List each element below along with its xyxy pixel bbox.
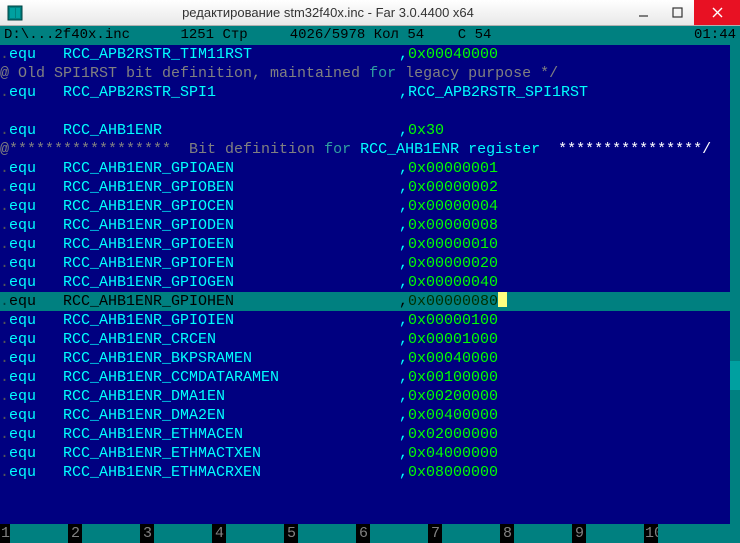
fkey-4[interactable]: 4	[212, 524, 284, 543]
status-codepage: 1251	[180, 26, 214, 45]
code-line[interactable]: .equRCC_AHB1ENR_BKPSRAMEN,0x00040000	[0, 349, 740, 368]
code-line[interactable]: .equRCC_AHB1ENR_GPIOCEN,0x00000004	[0, 197, 740, 216]
window-titlebar: редактирование stm32f40x.inc - Far 3.0.4…	[0, 0, 740, 26]
code-line[interactable]: .equRCC_AHB1ENR_GPIOEEN,0x00000010	[0, 235, 740, 254]
far-app-icon	[6, 4, 24, 22]
editor-status-bar: D:\...2f40x.inc 1251 Стр 4026/5978 Кол 5…	[0, 26, 740, 45]
window-controls	[626, 0, 740, 25]
status-col-label: Кол	[374, 26, 399, 45]
status-mode: Стр	[222, 26, 247, 45]
status-col: 54	[407, 26, 424, 45]
fkey-8[interactable]: 8	[500, 524, 572, 543]
text-cursor	[498, 292, 507, 307]
code-line[interactable]: .equRCC_AHB1ENR_GPIOFEN,0x00000020	[0, 254, 740, 273]
code-line[interactable]: .equRCC_AHB1ENR_ETHMACEN,0x02000000	[0, 425, 740, 444]
editor-viewport[interactable]: .equRCC_APB2RSTR_TIM11RST,0x00040000@ Ol…	[0, 45, 740, 524]
window-title: редактирование stm32f40x.inc - Far 3.0.4…	[30, 5, 626, 20]
minimize-button[interactable]	[626, 0, 660, 25]
code-line[interactable]: .equRCC_AHB1ENR_DMA1EN,0x00200000	[0, 387, 740, 406]
status-char-label: С	[458, 26, 466, 45]
code-line[interactable]: .equRCC_AHB1ENR_CRCEN,0x00001000	[0, 330, 740, 349]
fkey-2[interactable]: 2	[68, 524, 140, 543]
code-line[interactable]: .equRCC_AHB1ENR_GPIOAEN,0x00000001	[0, 159, 740, 178]
code-line[interactable]: .equRCC_AHB1ENR_CCMDATARAMEN,0x00100000	[0, 368, 740, 387]
code-line[interactable]: .equRCC_APB2RSTR_TIM11RST,0x00040000	[0, 45, 740, 64]
code-line[interactable]: .equRCC_AHB1ENR_GPIOBEN,0x00000002	[0, 178, 740, 197]
fkey-1[interactable]: 1	[0, 524, 68, 543]
maximize-button[interactable]	[660, 0, 694, 25]
fkey-9[interactable]: 9	[572, 524, 644, 543]
fkey-7[interactable]: 7	[428, 524, 500, 543]
code-line[interactable]: .equRCC_AHB1ENR_GPIOIEN,0x00000100	[0, 311, 740, 330]
code-line[interactable]: .equRCC_AHB1ENR_DMA2EN,0x00400000	[0, 406, 740, 425]
status-path: D:\...2f40x.inc	[4, 26, 130, 45]
status-char: 54	[475, 26, 492, 45]
code-line[interactable]: @****************** Bit definition for R…	[0, 140, 740, 159]
code-line[interactable]: .equRCC_APB2RSTR_SPI1,RCC_APB2RSTR_SPI1R…	[0, 83, 740, 102]
code-line[interactable]: .equRCC_AHB1ENR_ETHMACTXEN,0x04000000	[0, 444, 740, 463]
vertical-scrollbar[interactable]	[730, 45, 740, 524]
fkey-6[interactable]: 6	[356, 524, 428, 543]
code-line[interactable]: .equRCC_AHB1ENR_GPIOHEN,0x00000080	[0, 292, 740, 311]
status-line: 4026/5978	[290, 26, 366, 45]
code-line[interactable]: .equRCC_AHB1ENR_ETHMACRXEN,0x08000000	[0, 463, 740, 482]
status-time: 01:44	[694, 26, 736, 45]
fkey-10[interactable]: 10	[644, 524, 698, 543]
fkey-5[interactable]: 5	[284, 524, 356, 543]
code-line[interactable]	[0, 102, 740, 121]
fkey-3[interactable]: 3	[140, 524, 212, 543]
code-line[interactable]: @ Old SPI1RST bit definition, maintained…	[0, 64, 740, 83]
close-button[interactable]	[694, 0, 740, 25]
code-line[interactable]: .equRCC_AHB1ENR_GPIOGEN,0x00000040	[0, 273, 740, 292]
code-line[interactable]: .equRCC_AHB1ENR,0x30	[0, 121, 740, 140]
function-key-bar: 12345678910	[0, 524, 740, 543]
code-line[interactable]: .equRCC_AHB1ENR_GPIODEN,0x00000008	[0, 216, 740, 235]
